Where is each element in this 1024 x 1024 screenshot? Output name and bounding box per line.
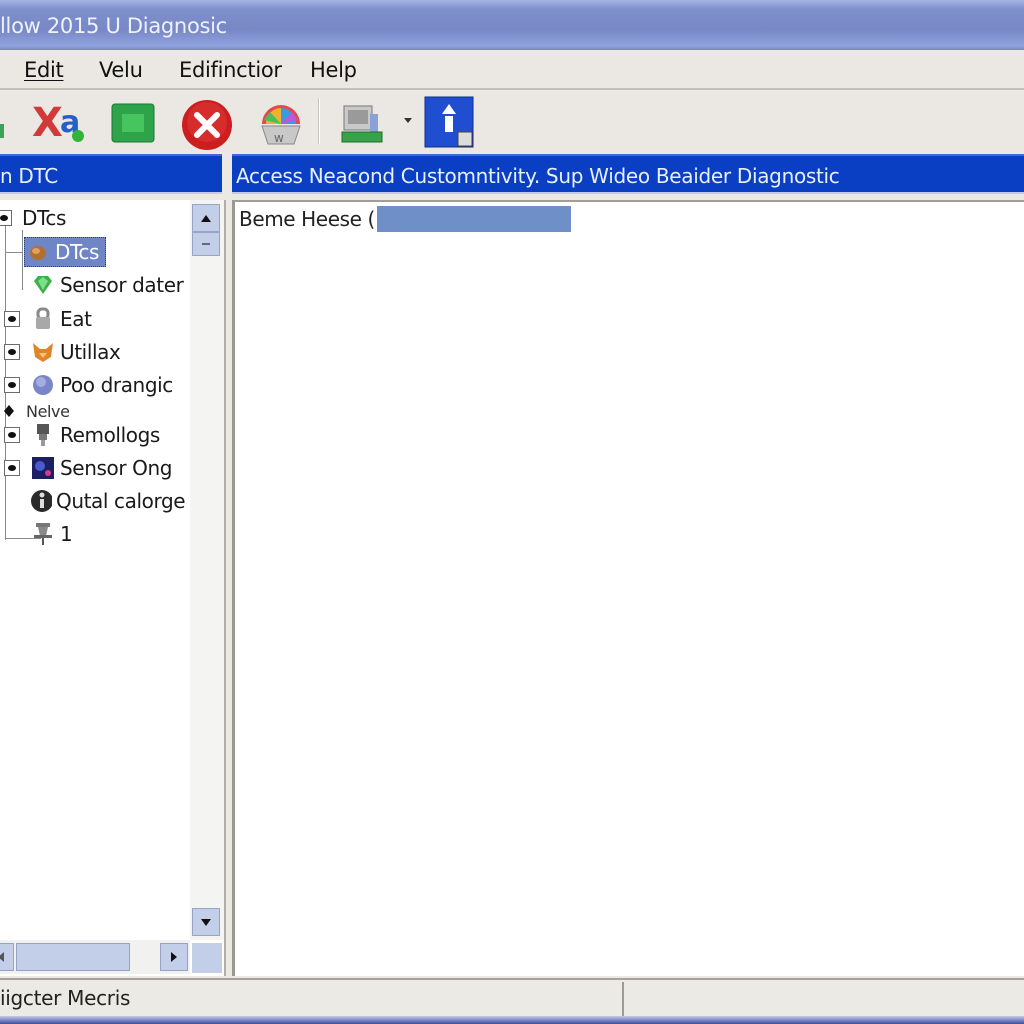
scroll-right-button[interactable] <box>160 943 188 971</box>
menu-edit-label: Edit <box>24 58 64 82</box>
content-line: Beme Heese ( <box>239 206 571 232</box>
diamond-icon <box>2 400 16 422</box>
tree-expander[interactable] <box>4 427 20 443</box>
tree-item-label: 1 <box>60 522 73 546</box>
menu-edifinction[interactable]: Edifinctior <box>179 58 282 82</box>
green-gem-icon <box>32 274 54 296</box>
tree-vertical-scrollbar[interactable] <box>190 200 224 940</box>
menu-edifinction-label: Edifinctior <box>179 58 282 82</box>
scroll-thumb[interactable] <box>192 232 220 256</box>
partial-green-icon[interactable] <box>0 100 14 144</box>
tree-expander[interactable] <box>0 210 12 226</box>
tree-horizontal-scrollbar[interactable] <box>0 940 190 974</box>
computer-icon[interactable] <box>340 100 388 148</box>
tree-item-label: DTcs <box>22 206 67 230</box>
tree-item-sensor-ong[interactable]: Sensor Ong <box>32 453 172 483</box>
tree-expander[interactable] <box>4 460 20 476</box>
content-text: Beme Heese ( <box>239 207 375 231</box>
toolbar-separator <box>318 98 320 144</box>
info-circle-icon <box>30 490 52 512</box>
status-bar: iigcter Mecris <box>0 978 1024 1016</box>
title-bar: llow 2015 U Diagnosic <box>0 0 1024 50</box>
svg-text:X: X <box>32 100 63 144</box>
dropdown-arrow-icon[interactable] <box>402 114 414 126</box>
right-panel-header: Access Neacond Customntivity. Sup Wideo … <box>232 154 1024 194</box>
tree-expander[interactable] <box>4 311 20 327</box>
tree-item-1[interactable]: 1 <box>32 519 73 549</box>
tree-item-utillax[interactable]: Utillax <box>32 337 121 367</box>
tree-line <box>5 252 23 253</box>
scroll-down-button[interactable] <box>192 908 220 936</box>
dtc-tree-panel: DTcs DTcs Sensor dater Eat Utillax Poo d… <box>0 200 226 976</box>
left-panel-header: n DTC <box>0 154 222 194</box>
globe-icon <box>32 374 54 396</box>
tree-item-remollogs[interactable]: Remollogs <box>32 420 160 450</box>
thumb-grip-icon <box>202 243 210 245</box>
horizontal-scroll-thumb[interactable] <box>16 943 130 971</box>
tree-item-qutal-calorge[interactable]: Qutal calorge <box>30 486 186 516</box>
info-icon[interactable] <box>424 96 476 150</box>
color-palette-icon[interactable]: w <box>256 100 306 150</box>
selected-text-highlight[interactable] <box>376 206 571 232</box>
toolbar: Xa w <box>0 92 1024 152</box>
status-text: iigcter Mecris <box>0 986 131 1010</box>
plug-icon <box>32 424 54 446</box>
tree-item-label: Sensor dater <box>60 273 184 297</box>
tree-item-label: Remollogs <box>60 423 160 447</box>
right-panel-title: Access Neacond Customntivity. Sup Wideo … <box>236 164 840 188</box>
tree-item-label: Eat <box>60 307 92 331</box>
image-icon <box>32 457 54 479</box>
menu-edit[interactable]: Edit <box>24 58 64 82</box>
menu-bar: Edit Velu Edifinctior Help <box>0 50 1024 90</box>
tree-line <box>22 230 23 290</box>
arrow-down-icon <box>201 919 211 926</box>
tree-item-dtcs-root[interactable]: DTcs <box>22 203 66 233</box>
tree-item-label: Utillax <box>60 340 121 364</box>
tree-expander[interactable] <box>4 344 20 360</box>
arrow-left-icon <box>0 952 4 962</box>
tree-item-label: DTcs <box>55 240 100 264</box>
tree-item-label: Sensor Ong <box>60 456 173 480</box>
left-panel-title: n DTC <box>0 164 58 188</box>
dtc-icon <box>27 241 49 263</box>
tree-expander[interactable] <box>4 377 20 393</box>
stop-icon[interactable] <box>180 98 234 152</box>
menu-velu[interactable]: Velu <box>99 58 143 82</box>
arrow-right-icon <box>171 952 177 962</box>
menu-velu-label: Velu <box>99 58 143 82</box>
status-separator <box>622 982 624 1016</box>
tree-item-sensor-dater[interactable]: Sensor dater <box>32 270 184 300</box>
tree-item-label: Nelve <box>26 401 70 421</box>
menu-help-label: Help <box>310 58 357 82</box>
tree-item-dtcs[interactable]: DTcs <box>24 237 107 267</box>
menu-help[interactable]: Help <box>310 58 357 82</box>
scroll-up-button[interactable] <box>192 204 220 232</box>
dtc-tree: DTcs DTcs Sensor dater Eat Utillax Poo d… <box>0 200 190 940</box>
arrow-up-icon <box>201 215 211 222</box>
tree-item-label: Poo drangic <box>60 373 173 397</box>
tree-item-label: Qutal calorge <box>56 489 186 513</box>
pin-icon <box>32 523 54 545</box>
find-replace-icon[interactable]: Xa <box>32 100 88 144</box>
scroll-corner <box>192 943 222 973</box>
fox-icon <box>32 341 54 363</box>
diagnostic-content-panel: Beme Heese ( <box>232 200 1024 976</box>
scroll-left-button[interactable] <box>0 943 14 971</box>
svg-text:w: w <box>274 131 284 145</box>
window-bottom-edge <box>0 1016 1024 1024</box>
window-title: llow 2015 U Diagnosic <box>0 14 227 38</box>
green-module-icon[interactable] <box>110 102 156 146</box>
tree-item-eat[interactable]: Eat <box>32 304 92 334</box>
lock-icon <box>32 307 54 330</box>
